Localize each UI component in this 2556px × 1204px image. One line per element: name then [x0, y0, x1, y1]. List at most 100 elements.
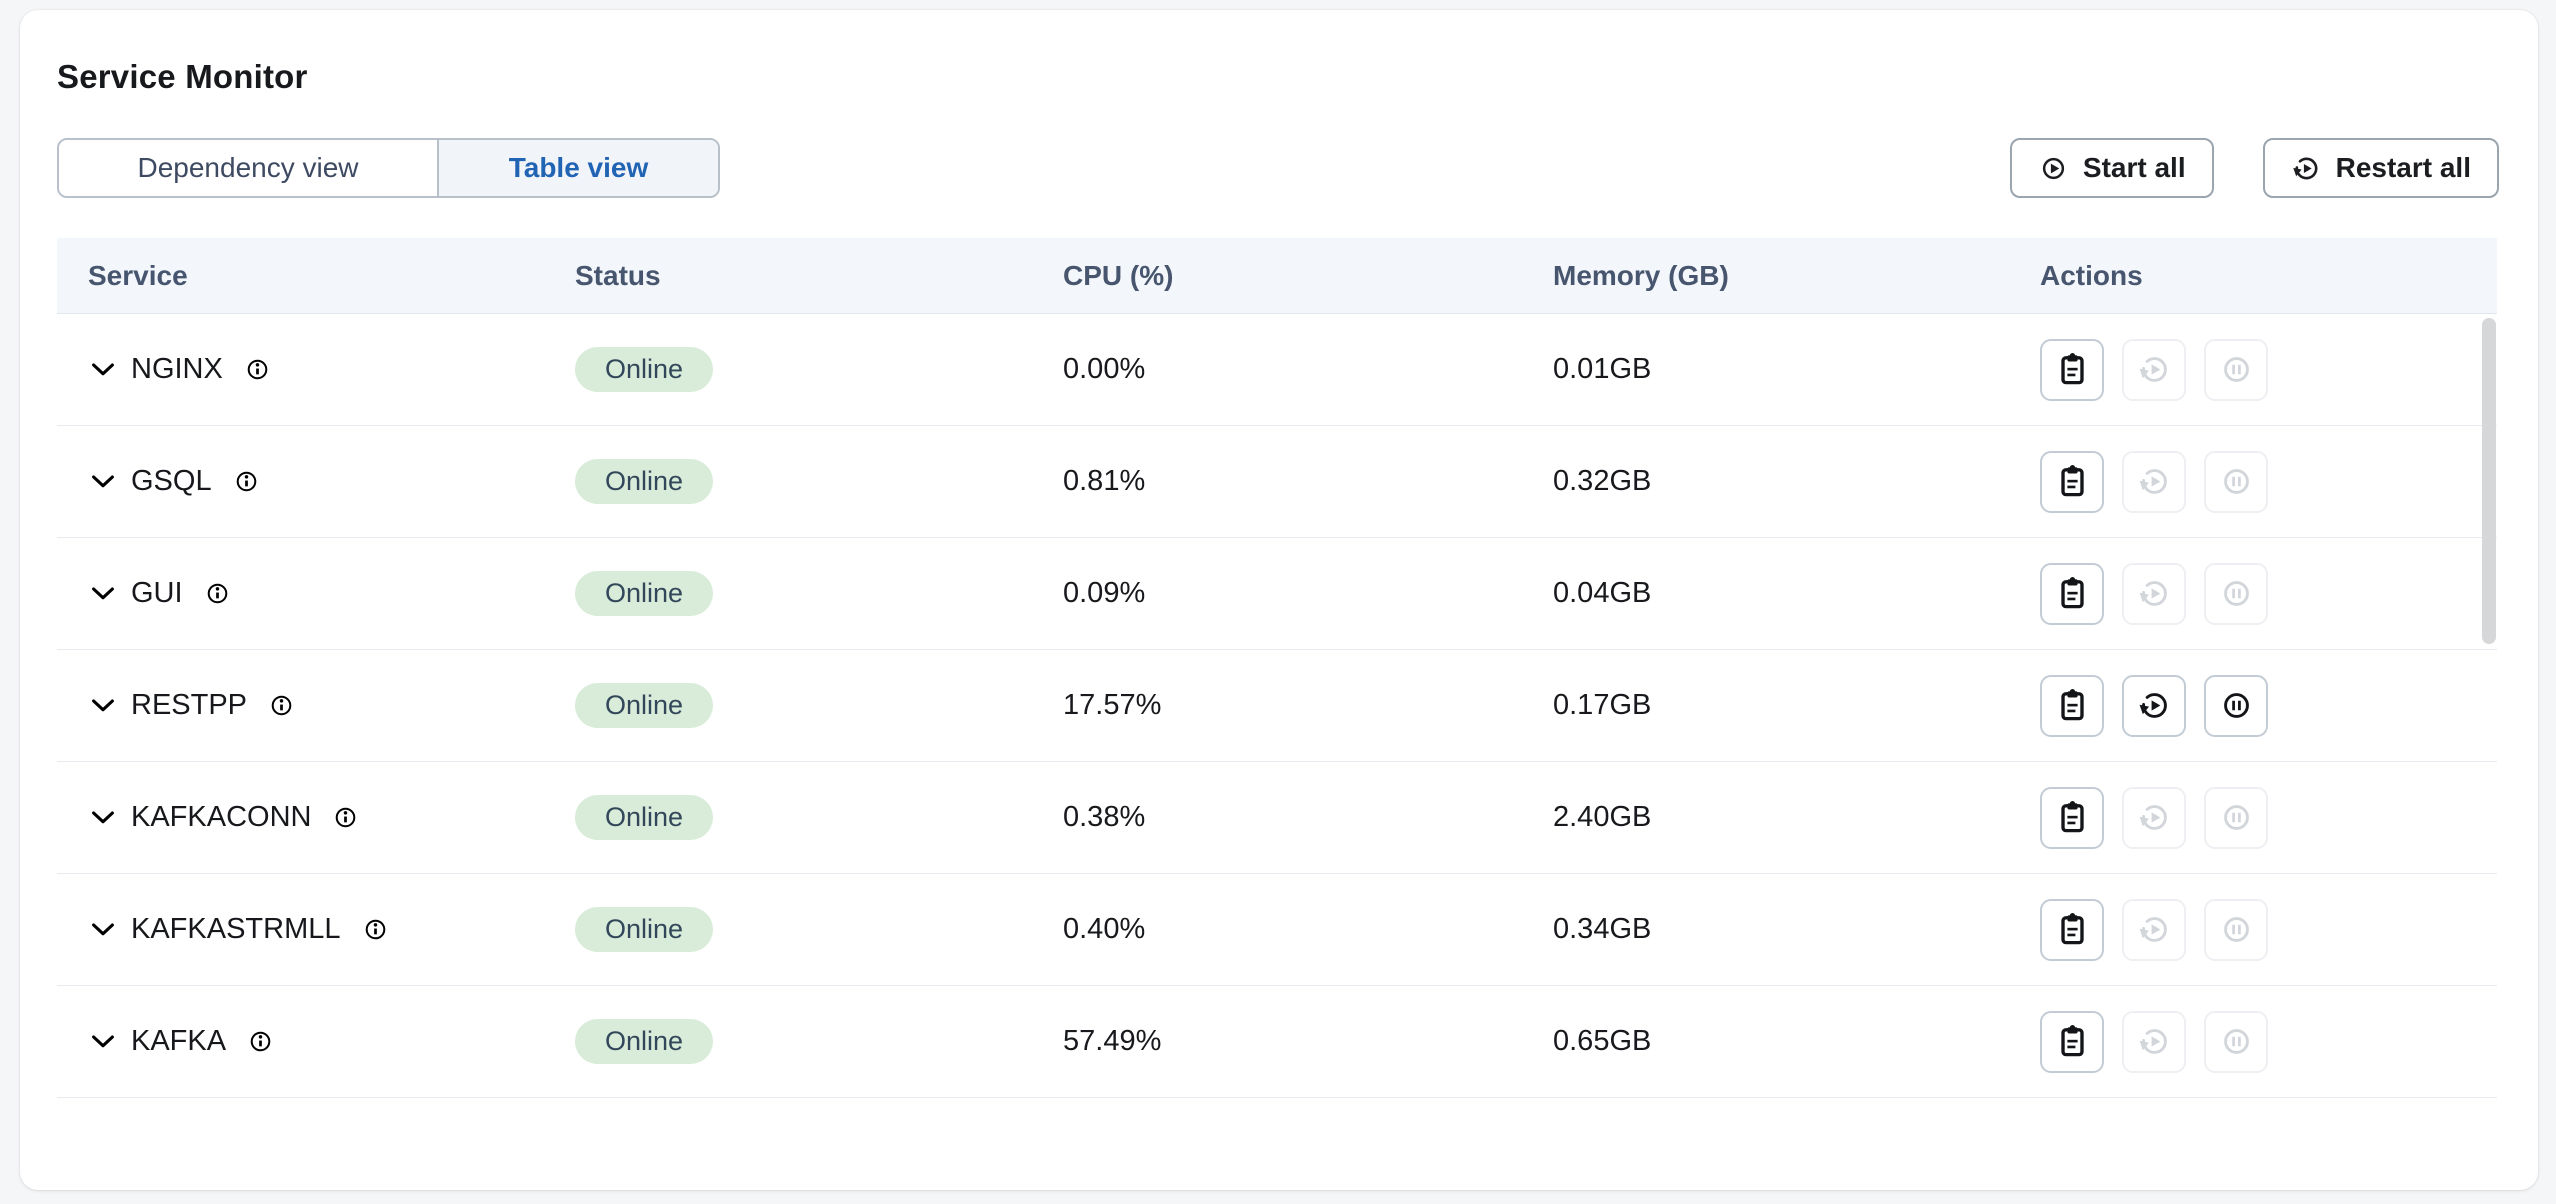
restart-service-button — [2122, 563, 2186, 625]
table-row: KAFKACONN Online 0.38% 2.40GB — [57, 762, 2497, 874]
actions-cell — [2009, 563, 2497, 625]
cpu-value: 0.81% — [1032, 465, 1522, 498]
memory-value: 0.17GB — [1522, 689, 2009, 722]
pause-circle-icon — [2219, 352, 2254, 387]
copy-report-button[interactable] — [2040, 1011, 2104, 1073]
service-cell: KAFKACONN — [57, 801, 544, 834]
pause-circle-icon — [2219, 464, 2254, 499]
actions-cell — [2009, 339, 2497, 401]
services-table: Service Status CPU (%) Memory (GB) Actio… — [57, 238, 2497, 1098]
pause-service-button — [2204, 339, 2268, 401]
vertical-scrollbar-thumb[interactable] — [2482, 318, 2496, 644]
service-info-button[interactable] — [266, 690, 297, 721]
expand-row-button[interactable] — [88, 467, 118, 497]
pause-service-button — [2204, 451, 2268, 513]
service-cell: GUI — [57, 577, 544, 610]
service-name: GSQL — [131, 465, 212, 498]
service-cell: KAFKASTRMLL — [57, 913, 544, 946]
page-title: Service Monitor — [57, 58, 2499, 96]
toolbar: Start all Restart all — [2010, 138, 2499, 198]
tab-dependency-view[interactable]: Dependency view — [59, 140, 437, 196]
restart-service-button[interactable] — [2122, 675, 2186, 737]
cpu-value: 57.49% — [1032, 1025, 1522, 1058]
service-info-button[interactable] — [202, 578, 233, 609]
chevron-down-icon — [88, 467, 118, 497]
table-row: KAFKA Online 57.49% 0.65GB — [57, 986, 2497, 1098]
service-info-button[interactable] — [245, 1026, 276, 1057]
table-body: NGINX Online 0.00% 0.01GB GS — [57, 314, 2497, 1098]
actions-cell — [2009, 899, 2497, 961]
tab-table-view[interactable]: Table view — [437, 140, 718, 196]
expand-row-button[interactable] — [88, 803, 118, 833]
clipboard-icon — [2055, 576, 2090, 611]
chevron-down-icon — [88, 355, 118, 385]
status-badge: Online — [575, 683, 713, 728]
service-cell: GSQL — [57, 465, 544, 498]
expand-row-button[interactable] — [88, 691, 118, 721]
cpu-value: 0.40% — [1032, 913, 1522, 946]
copy-report-button[interactable] — [2040, 339, 2104, 401]
cpu-value: 17.57% — [1032, 689, 1522, 722]
restart-all-button[interactable]: Restart all — [2263, 138, 2499, 198]
column-header-memory: Memory (GB) — [1522, 260, 2009, 292]
copy-report-button[interactable] — [2040, 451, 2104, 513]
service-info-button[interactable] — [360, 914, 391, 945]
table-row: KAFKASTRMLL Online 0.40% 0.34GB — [57, 874, 2497, 986]
actions-cell — [2009, 675, 2497, 737]
pause-circle-icon — [2219, 800, 2254, 835]
restart-icon — [2137, 464, 2172, 499]
pause-service-button — [2204, 787, 2268, 849]
pause-circle-icon — [2219, 576, 2254, 611]
copy-report-button[interactable] — [2040, 563, 2104, 625]
status-cell: Online — [544, 347, 1032, 392]
pause-service-button[interactable] — [2204, 675, 2268, 737]
memory-value: 0.32GB — [1522, 465, 2009, 498]
restart-service-button — [2122, 899, 2186, 961]
service-info-button[interactable] — [330, 802, 361, 833]
service-name: NGINX — [131, 353, 223, 386]
info-icon — [360, 914, 391, 945]
status-badge: Online — [575, 795, 713, 840]
restart-icon — [2137, 688, 2172, 723]
column-header-status: Status — [544, 260, 1032, 292]
expand-row-button[interactable] — [88, 915, 118, 945]
status-badge: Online — [575, 347, 713, 392]
service-name: KAFKACONN — [131, 801, 311, 834]
service-name: GUI — [131, 577, 183, 610]
info-icon — [245, 1026, 276, 1057]
restart-icon — [2137, 352, 2172, 387]
chevron-down-icon — [88, 1027, 118, 1057]
status-cell: Online — [544, 459, 1032, 504]
info-icon — [266, 690, 297, 721]
status-cell: Online — [544, 683, 1032, 728]
info-icon — [330, 802, 361, 833]
copy-report-button[interactable] — [2040, 675, 2104, 737]
memory-value: 0.04GB — [1522, 577, 2009, 610]
tab-table-view-label: Table view — [509, 152, 649, 184]
clipboard-icon — [2055, 912, 2090, 947]
copy-report-button[interactable] — [2040, 787, 2104, 849]
restart-icon — [2137, 576, 2172, 611]
actions-cell — [2009, 1011, 2497, 1073]
play-circle-icon — [2038, 153, 2069, 184]
table-row: GSQL Online 0.81% 0.32GB — [57, 426, 2497, 538]
cpu-value: 0.09% — [1032, 577, 1522, 610]
pause-circle-icon — [2219, 912, 2254, 947]
service-monitor-panel: Service Monitor Dependency view Table vi… — [20, 10, 2538, 1190]
chevron-down-icon — [88, 915, 118, 945]
memory-value: 2.40GB — [1522, 801, 2009, 834]
restart-service-button — [2122, 1011, 2186, 1073]
expand-row-button[interactable] — [88, 1027, 118, 1057]
chevron-down-icon — [88, 579, 118, 609]
chevron-down-icon — [88, 803, 118, 833]
service-cell: NGINX — [57, 353, 544, 386]
start-all-button[interactable]: Start all — [2010, 138, 2214, 198]
expand-row-button[interactable] — [88, 579, 118, 609]
restart-service-button — [2122, 339, 2186, 401]
service-info-button[interactable] — [231, 466, 262, 497]
status-badge: Online — [575, 459, 713, 504]
copy-report-button[interactable] — [2040, 899, 2104, 961]
info-icon — [202, 578, 233, 609]
service-info-button[interactable] — [242, 354, 273, 385]
expand-row-button[interactable] — [88, 355, 118, 385]
